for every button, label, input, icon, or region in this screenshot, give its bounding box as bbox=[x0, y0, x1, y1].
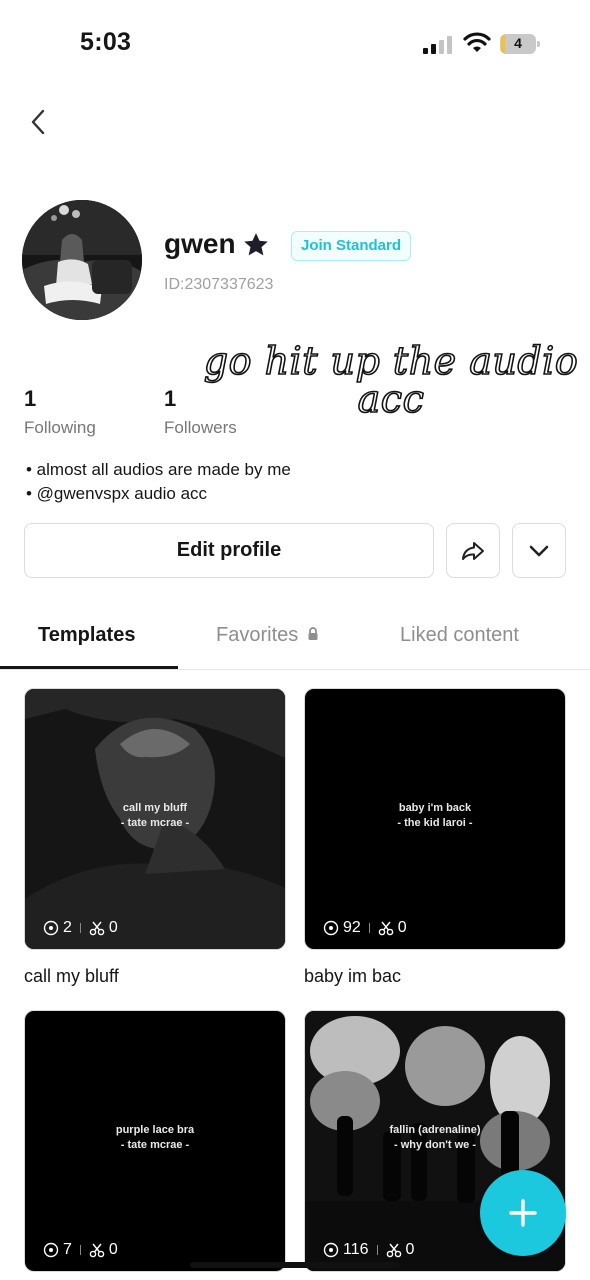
template-card[interactable]: call my bluff - tate mcrae - 2 0 bbox=[24, 688, 286, 950]
caption-line: purple lace bra bbox=[115, 1124, 195, 1136]
bio: • almost all audios are made by me • @gw… bbox=[26, 458, 291, 506]
tab-favorites[interactable]: Favorites bbox=[216, 624, 319, 647]
avatar[interactable] bbox=[22, 200, 142, 320]
views-icon bbox=[43, 1242, 59, 1258]
uses-count: 0 bbox=[405, 1241, 415, 1258]
views-count: 116 bbox=[343, 1241, 369, 1258]
following-stat[interactable]: 1 Following bbox=[24, 386, 96, 438]
followers-count: 1 bbox=[164, 386, 177, 411]
caption-line: call my bluff bbox=[122, 802, 188, 814]
star-icon[interactable] bbox=[241, 230, 271, 260]
more-options-button[interactable] bbox=[512, 523, 566, 578]
tab-liked-content[interactable]: Liked content bbox=[400, 624, 519, 647]
caption-line: fallin (adrenaline) bbox=[389, 1124, 481, 1136]
views-icon bbox=[323, 920, 339, 936]
home-indicator[interactable] bbox=[190, 1262, 400, 1268]
caption-line: - tate mcrae - bbox=[120, 1139, 190, 1151]
template-caption: baby i'm back - the kid laroi - bbox=[305, 801, 565, 831]
followers-label: Followers bbox=[164, 418, 237, 437]
signal-icon bbox=[423, 34, 453, 54]
lock-icon bbox=[308, 627, 318, 640]
divider bbox=[368, 923, 370, 933]
template-title[interactable]: call my bluff bbox=[24, 966, 119, 987]
chevron-down-icon bbox=[529, 545, 549, 556]
wifi-icon bbox=[463, 32, 491, 52]
battery-icon: 4 bbox=[500, 34, 540, 54]
active-tab-indicator bbox=[0, 666, 178, 669]
share-icon bbox=[462, 541, 484, 560]
bio-line: • almost all audios are made by me bbox=[26, 460, 291, 479]
uses-count: 0 bbox=[108, 1241, 118, 1258]
back-button[interactable] bbox=[22, 104, 54, 140]
template-caption: call my bluff - tate mcrae - bbox=[25, 801, 285, 831]
status-bar: 5:03 4 bbox=[0, 0, 590, 88]
avatar-photo bbox=[22, 200, 142, 320]
following-label: Following bbox=[24, 418, 96, 437]
divider bbox=[376, 1245, 378, 1255]
bio-line: • @gwenvspx audio acc bbox=[26, 484, 208, 503]
create-button[interactable] bbox=[480, 1170, 566, 1256]
template-stats: 7 0 bbox=[43, 1241, 118, 1259]
caption-line: - tate mcrae - bbox=[120, 817, 190, 829]
views-count: 2 bbox=[63, 919, 72, 936]
views-count: 7 bbox=[63, 1241, 72, 1258]
join-standard-badge[interactable]: Join Standard bbox=[291, 231, 412, 261]
scissors-icon bbox=[89, 921, 105, 936]
views-icon bbox=[43, 920, 59, 936]
tab-favorites-label: Favorites bbox=[216, 624, 299, 646]
following-count: 1 bbox=[24, 386, 37, 411]
tab-templates[interactable]: Templates bbox=[38, 624, 135, 647]
divider bbox=[79, 1245, 81, 1255]
caption-line: - why don't we - bbox=[393, 1139, 477, 1151]
profile-tabs: Templates Favorites Liked content bbox=[0, 604, 590, 670]
template-stats: 116 0 bbox=[323, 1241, 414, 1259]
overlay-text: go hit up the audio acc bbox=[203, 339, 579, 421]
template-stats: 92 0 bbox=[323, 919, 407, 937]
template-card[interactable]: purple lace bra - tate mcrae - 7 0 bbox=[24, 1010, 286, 1272]
battery-level: 4 bbox=[514, 35, 522, 51]
uses-count: 0 bbox=[108, 919, 118, 936]
views-icon bbox=[323, 1242, 339, 1258]
scissors-icon bbox=[378, 921, 394, 936]
caption-line: baby i'm back bbox=[398, 802, 472, 814]
plus-icon bbox=[509, 1199, 537, 1227]
username: gwen bbox=[164, 228, 236, 259]
share-button[interactable] bbox=[446, 523, 500, 578]
caption-line: - the kid laroi - bbox=[397, 817, 473, 829]
template-stats: 2 0 bbox=[43, 919, 118, 937]
user-id: ID:2307337623 bbox=[164, 276, 274, 293]
chevron-left-icon bbox=[31, 109, 45, 135]
followers-stat[interactable]: 1 Followers bbox=[164, 386, 237, 438]
template-caption: purple lace bra - tate mcrae - bbox=[25, 1123, 285, 1153]
template-caption: fallin (adrenaline) - why don't we - bbox=[305, 1123, 565, 1153]
scissors-icon bbox=[386, 1243, 401, 1258]
edit-profile-button[interactable]: Edit profile bbox=[24, 523, 434, 578]
template-card[interactable]: baby i'm back - the kid laroi - 92 0 bbox=[304, 688, 566, 950]
divider bbox=[79, 923, 81, 933]
views-count: 92 bbox=[343, 919, 361, 936]
uses-count: 0 bbox=[397, 919, 407, 936]
status-time: 5:03 bbox=[80, 28, 132, 56]
scissors-icon bbox=[89, 1243, 105, 1258]
template-title[interactable]: baby im bac bbox=[304, 966, 401, 987]
